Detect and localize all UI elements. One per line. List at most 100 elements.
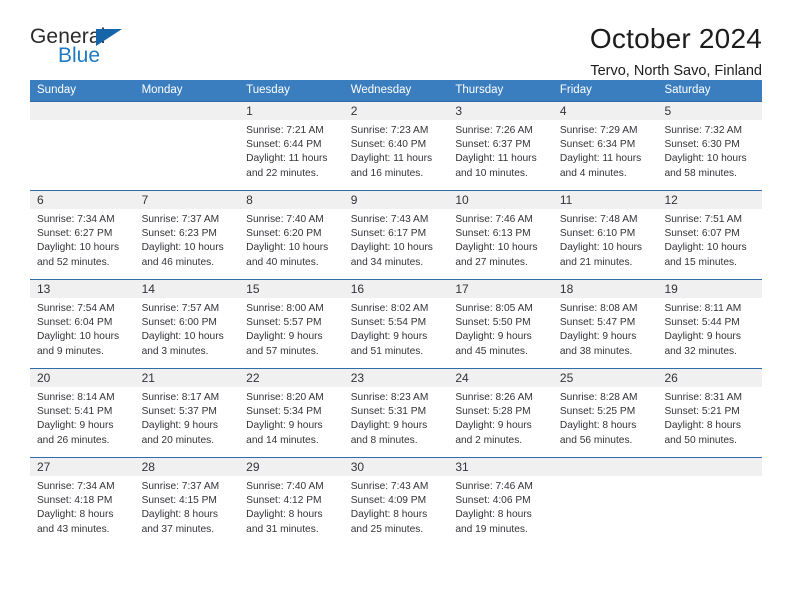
day-detail-line: Sunrise: 7:48 AM [559,214,638,225]
calendar-day-cell-14[interactable]: 14 Sunrise: 7:57 AM Sunset: 6:00 PM Dayligh… [134,280,240,368]
day-detail-line: Daylight: 9 hours [141,420,219,432]
calendar-day-cell-31[interactable]: 31 Sunrise: 7:46 AM Sunset: 4:06 PM Dayligh… [448,458,553,546]
calendar-day-cell-empty [657,458,763,546]
calendar-day-cell-11[interactable]: 11 Sunrise: 7:48 AM Sunset: 6:10 PM Dayligh… [552,191,658,279]
day-details: Sunrise: 8:17 AM Sunset: 5:37 PM Daylight:… [135,387,240,448]
day-detail-line: Daylight: 11 hours [559,153,642,165]
day-detail-line: Sunrise: 7:26 AM [455,125,533,136]
day-number: 16 [343,280,449,298]
day-details: Sunrise: 7:21 AM Sunset: 6:44 PM Daylight:… [239,120,344,181]
calendar-day-cell-4[interactable]: 4 Sunrise: 7:29 AM Sunset: 6:34 PM Daylight… [552,102,658,190]
calendar-day-cell-13[interactable]: 13 Sunrise: 7:54 AM Sunset: 6:04 PM Dayligh… [30,280,135,368]
weekday-header-sunday: Sunday [37,84,77,96]
calendar-day-cell-29[interactable]: 29 Sunrise: 7:40 AM Sunset: 4:12 PM Dayligh… [239,458,344,546]
day-detail-line: Sunset: 6:07 PM [664,228,740,240]
day-number: 19 [657,280,763,298]
day-detail-line: Sunset: 5:25 PM [559,406,636,418]
day-detail-line: Sunset: 5:54 PM [350,317,427,329]
day-detail-line: Sunset: 6:00 PM [141,317,217,329]
calendar-day-cell-18[interactable]: 18 Sunrise: 8:08 AM Sunset: 5:47 PM Dayligh… [552,280,658,368]
calendar-day-cell-24[interactable]: 24 Sunrise: 8:26 AM Sunset: 5:28 PM Dayligh… [448,369,553,457]
day-detail-line: Sunrise: 8:28 AM [559,392,638,403]
calendar-day-cell-28[interactable]: 28 Sunrise: 7:37 AM Sunset: 4:15 PM Dayligh… [134,458,240,546]
calendar-day-cell-19[interactable]: 19 Sunrise: 8:11 AM Sunset: 5:44 PM Dayligh… [657,280,763,368]
day-detail-line: and 51 minutes. [350,345,424,357]
day-detail-line: and 31 minutes. [246,523,319,535]
day-detail-line: Sunrise: 8:11 AM [664,303,742,314]
calendar-day-cell-6[interactable]: 6 Sunrise: 7:34 AM Sunset: 6:27 PM Daylight… [30,191,135,279]
day-details: Sunrise: 8:23 AM Sunset: 5:31 PM Daylight:… [344,387,449,448]
day-detail-line: and 52 minutes. [37,256,110,268]
day-number: 6 [30,191,135,209]
day-number: 31 [448,458,553,476]
day-detail-line: Sunrise: 8:23 AM [350,392,429,403]
day-detail-line: Sunset: 6:17 PM [350,228,427,240]
day-details: Sunrise: 7:34 AM Sunset: 6:27 PM Daylight:… [30,209,135,270]
calendar-day-cell-26[interactable]: 26 Sunrise: 8:31 AM Sunset: 5:21 PM Dayligh… [657,369,763,457]
day-detail-line: Sunrise: 8:05 AM [455,303,533,314]
day-number: 1 [239,102,344,120]
brand-logo-blue-text: Blue [58,44,101,67]
calendar-day-cell-empty [134,102,240,190]
calendar-day-cell-17[interactable]: 17 Sunrise: 8:05 AM Sunset: 5:50 PM Dayligh… [448,280,553,368]
day-details: Sunrise: 7:46 AM Sunset: 4:06 PM Daylight:… [448,476,553,537]
day-detail-line: Sunrise: 8:14 AM [37,392,115,403]
day-details: Sunrise: 7:43 AM Sunset: 4:09 PM Daylight:… [344,476,449,537]
day-number: 3 [448,102,553,120]
day-details: Sunrise: 7:29 AM Sunset: 6:34 PM Daylight:… [553,120,658,181]
brand-logo[interactable]: General Blue [30,22,150,74]
day-detail-line: and 45 minutes. [455,345,528,357]
day-detail-line: Sunrise: 7:43 AM [350,481,429,492]
day-detail-line: Sunrise: 7:40 AM [246,214,324,225]
day-number: 2 [343,102,449,120]
day-details: Sunrise: 7:51 AM Sunset: 6:07 PM Daylight:… [657,209,762,270]
day-detail-line: and 40 minutes. [246,256,319,268]
calendar-day-cell-2[interactable]: 2 Sunrise: 7:23 AM Sunset: 6:40 PM Daylight… [343,102,449,190]
day-detail-line: Sunset: 5:47 PM [559,317,636,329]
calendar-day-cell-16[interactable]: 16 Sunrise: 8:02 AM Sunset: 5:54 PM Dayligh… [343,280,449,368]
calendar-day-cell-7[interactable]: 7 Sunrise: 7:37 AM Sunset: 6:23 PM Daylight… [134,191,240,279]
calendar-day-cell-10[interactable]: 10 Sunrise: 7:46 AM Sunset: 6:13 PM Dayligh… [448,191,553,279]
day-detail-line: and 9 minutes. [37,345,104,357]
weekday-header-saturday: Saturday [664,84,711,96]
calendar-day-cell-8[interactable]: 8 Sunrise: 7:40 AM Sunset: 6:20 PM Daylight… [239,191,344,279]
day-details [135,120,240,124]
day-detail-line: Sunrise: 7:34 AM [37,214,115,225]
calendar-day-cell-15[interactable]: 15 Sunrise: 8:00 AM Sunset: 5:57 PM Dayligh… [239,280,344,368]
day-detail-line: Daylight: 8 hours [559,420,637,432]
calendar-day-cell-23[interactable]: 23 Sunrise: 8:23 AM Sunset: 5:31 PM Dayligh… [343,369,449,457]
calendar-day-cell-21[interactable]: 21 Sunrise: 8:17 AM Sunset: 5:37 PM Dayligh… [134,369,240,457]
calendar-grid: Sunday Monday Tuesday Wednesday Thursday Frid… [30,80,763,546]
day-detail-line: Daylight: 10 hours [37,331,120,343]
calendar-day-cell-22[interactable]: 22 Sunrise: 8:20 AM Sunset: 5:34 PM Dayligh… [239,369,344,457]
calendar-day-cell-9[interactable]: 9 Sunrise: 7:43 AM Sunset: 6:17 PM Daylight… [343,191,449,279]
day-details: Sunrise: 8:20 AM Sunset: 5:34 PM Daylight:… [239,387,344,448]
day-detail-line: Sunrise: 7:51 AM [664,214,743,225]
day-detail-line: and 19 minutes. [455,523,528,535]
day-detail-line: Sunset: 5:41 PM [37,406,113,418]
day-detail-line: Sunset: 6:27 PM [37,228,113,240]
calendar-day-cell-12[interactable]: 12 Sunrise: 7:51 AM Sunset: 6:07 PM Dayligh… [657,191,763,279]
day-detail-line: Sunrise: 7:32 AM [664,125,743,136]
calendar-day-cell-1[interactable]: 1 Sunrise: 7:21 AM Sunset: 6:44 PM Daylight… [239,102,344,190]
weekday-header-monday: Monday [141,84,183,96]
calendar-day-cell-27[interactable]: 27 Sunrise: 7:34 AM Sunset: 4:18 PM Dayligh… [30,458,135,546]
day-detail-line: and 26 minutes. [37,434,110,446]
day-detail-line: Sunset: 5:28 PM [455,406,531,418]
day-number [134,102,240,120]
day-detail-line: and 58 minutes. [664,167,737,179]
day-detail-line: and 8 minutes. [350,434,418,446]
calendar-day-cell-5[interactable]: 5 Sunrise: 7:32 AM Sunset: 6:30 PM Daylight… [657,102,763,190]
day-number: 12 [657,191,763,209]
day-detail-line: and 50 minutes. [664,434,737,446]
calendar-day-cell-30[interactable]: 30 Sunrise: 7:43 AM Sunset: 4:09 PM Dayligh… [343,458,449,546]
day-detail-line: Sunset: 6:04 PM [37,317,113,329]
calendar-day-cell-20[interactable]: 20 Sunrise: 8:14 AM Sunset: 5:41 PM Dayligh… [30,369,135,457]
day-number: 17 [448,280,553,298]
day-detail-line: Daylight: 9 hours [246,420,323,432]
calendar-day-cell-3[interactable]: 3 Sunrise: 7:26 AM Sunset: 6:37 PM Daylight… [448,102,553,190]
weekday-header-row: Sunday Monday Tuesday Wednesday Thursday Frid… [30,80,762,101]
day-detail-line: Daylight: 8 hours [37,509,114,521]
calendar-day-cell-25[interactable]: 25 Sunrise: 8:28 AM Sunset: 5:25 PM Dayligh… [552,369,658,457]
day-detail-line: Sunset: 5:37 PM [141,406,217,418]
